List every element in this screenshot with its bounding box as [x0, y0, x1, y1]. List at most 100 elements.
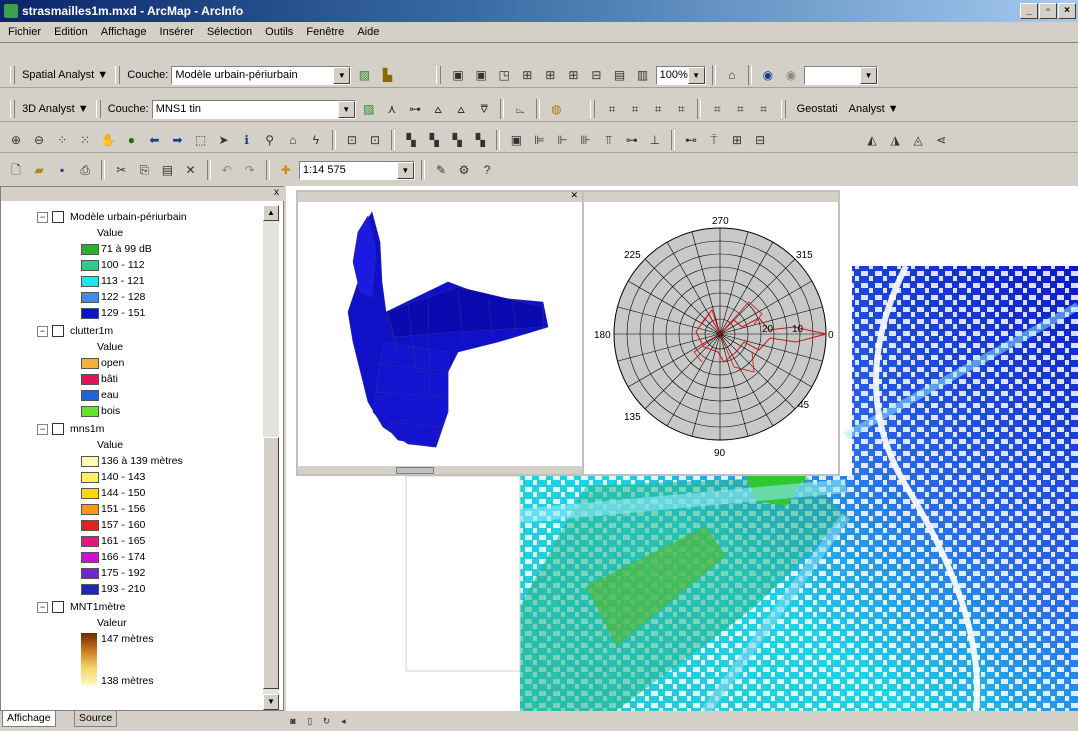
close-icon[interactable]: ✕ — [570, 190, 578, 201]
delete-icon[interactable]: ✕ — [181, 160, 201, 180]
chevron-down-icon[interactable]: ▼ — [396, 161, 414, 179]
geostat-tool2-icon[interactable]: ⌗ — [625, 99, 645, 119]
geostat-tool7-icon[interactable]: ⌗ — [754, 99, 774, 119]
close-button[interactable]: × — [1058, 3, 1076, 19]
geostat-tool3-icon[interactable]: ⌗ — [648, 99, 668, 119]
geostat-tool6-icon[interactable]: ⌗ — [730, 99, 750, 119]
refresh-icon[interactable]: ↻ — [320, 711, 334, 731]
align-tool8-icon[interactable]: ⊫ — [530, 130, 550, 150]
arcscene-icon[interactable]: ◍ — [546, 99, 566, 119]
chevron-down-icon[interactable]: ▼ — [687, 66, 705, 84]
window-drag-bar[interactable]: ✕ — [298, 190, 582, 202]
collapse-icon[interactable]: − — [37, 325, 48, 337]
pause-icon[interactable]: ◂ — [336, 711, 350, 731]
effects-dropdown[interactable]: ▼ — [804, 65, 878, 85]
zoom-out-icon[interactable]: ⊖ — [29, 130, 49, 150]
polar-diagram-window[interactable]: 270 90 180 0 225 315 135 45 20 10 — [582, 190, 840, 476]
align-tool7-icon[interactable]: ▣ — [506, 130, 526, 150]
maximize-button[interactable]: ▫ — [1039, 3, 1057, 19]
menu-affichage[interactable]: Affichage — [101, 26, 147, 38]
layer-visibility-checkbox[interactable] — [52, 211, 64, 224]
scroll-thumb[interactable] — [263, 437, 279, 689]
arctoolbox-icon[interactable]: ⚙ — [454, 160, 474, 180]
layout-view-icon[interactable]: ⌂ — [722, 65, 742, 85]
profile-graph-icon[interactable]: ⌳ — [510, 99, 530, 119]
georef2-icon[interactable]: ▣ — [471, 65, 491, 85]
chevron-down-icon[interactable]: ▼ — [860, 66, 877, 84]
new-document-icon[interactable]: 🗋 — [6, 160, 26, 180]
zoom-percent-dropdown[interactable]: 100% ▼ — [655, 65, 706, 85]
draw-tool1-icon[interactable]: ◭ — [862, 130, 882, 150]
line-of-sight-icon[interactable]: ⊶ — [405, 99, 425, 119]
map-scale-dropdown[interactable]: 1:14 575 ▼ — [298, 160, 415, 180]
menu-fichier[interactable]: Fichier — [8, 26, 41, 38]
back-arrow-icon[interactable]: ⬅ — [144, 130, 164, 150]
profile1-icon[interactable]: ⩟ — [428, 99, 448, 119]
align-tool4-icon[interactable]: ▚ — [424, 130, 444, 150]
layout-icon[interactable]: ▤ — [610, 65, 630, 85]
data-view-icon[interactable]: ◙ — [286, 711, 300, 731]
tab-affichage[interactable]: Affichage — [2, 711, 56, 727]
paste-icon[interactable]: ▤ — [157, 160, 177, 180]
profile3-icon[interactable]: ⩢ — [474, 99, 494, 119]
layer-row-mnt1metre[interactable]: − MNT1mètre — [37, 599, 125, 615]
toc-close-button[interactable]: x — [274, 187, 279, 198]
spatial-layer-dropdown[interactable]: Modèle urbain-périurbain ▼ — [171, 65, 352, 85]
collapse-icon[interactable]: − — [37, 601, 48, 613]
print-icon[interactable]: ⎙ — [75, 160, 95, 180]
3d-analyst-menu[interactable]: 3D Analyst ▼ — [22, 103, 89, 115]
select-features-icon[interactable]: ⬚ — [191, 130, 211, 150]
scroll-thumb[interactable] — [396, 467, 434, 474]
align-tool10-icon[interactable]: ⊪ — [576, 130, 596, 150]
grid1-icon[interactable]: ⊞ — [517, 65, 537, 85]
horizontal-scrollbar[interactable] — [298, 466, 582, 474]
collapse-icon[interactable]: − — [37, 211, 48, 223]
cut-icon[interactable]: ✂ — [111, 160, 131, 180]
align-tool5-icon[interactable]: ▚ — [447, 130, 467, 150]
collapse-icon[interactable]: − — [37, 423, 48, 435]
whats-this-icon[interactable]: ? — [477, 160, 497, 180]
find-icon[interactable]: ⚲ — [260, 130, 280, 150]
scroll-up-icon[interactable]: ▲ — [263, 205, 279, 221]
analyst-menu[interactable]: Analyst ▼ — [845, 103, 903, 115]
geostat-tool4-icon[interactable]: ⌗ — [671, 99, 691, 119]
align-tool12-icon[interactable]: ⊶ — [622, 130, 642, 150]
align-tool3-icon[interactable]: ▚ — [401, 130, 421, 150]
layout-view-icon[interactable]: ▯ — [303, 711, 317, 731]
pan-icon[interactable]: ✋ — [98, 130, 118, 150]
rotate-icon[interactable]: ◳ — [494, 65, 514, 85]
layer-row-clutter[interactable]: − clutter1m — [37, 323, 113, 339]
menu-inserer[interactable]: Insérer — [160, 26, 194, 38]
align-tool1-icon[interactable]: ⊡ — [342, 130, 362, 150]
profile2-icon[interactable]: ⩟ — [451, 99, 471, 119]
redo-icon[interactable]: ↷ — [240, 160, 260, 180]
measure-icon[interactable]: ⌂ — [283, 130, 303, 150]
align-tool9-icon[interactable]: ⊩ — [553, 130, 573, 150]
align-tool6-icon[interactable]: ▚ — [470, 130, 490, 150]
align-tool2-icon[interactable]: ⊡ — [365, 130, 385, 150]
toolbar-grip[interactable] — [436, 66, 441, 84]
geostatistical-analyst-label[interactable]: Geostati — [793, 103, 842, 115]
tab-source[interactable]: Source — [74, 711, 118, 727]
draw-tool4-icon[interactable]: ⋖ — [931, 130, 951, 150]
chevron-down-icon[interactable]: ▼ — [333, 66, 351, 84]
window-drag-bar[interactable] — [584, 192, 838, 202]
add-data-icon[interactable]: ✚ — [276, 160, 296, 180]
draw-tool3-icon[interactable]: ◬ — [908, 130, 928, 150]
distribute2-icon[interactable]: ⍑ — [704, 130, 724, 150]
histogram-icon[interactable]: ▙ — [377, 65, 397, 85]
menu-fenetre[interactable]: Fenêtre — [306, 26, 344, 38]
toolbar-grip[interactable] — [590, 100, 595, 118]
undo-icon[interactable]: ↶ — [217, 160, 237, 180]
3d-view-window[interactable]: ✕ — [296, 190, 584, 476]
menu-outils[interactable]: Outils — [265, 26, 293, 38]
hyperlink-icon[interactable]: ϟ — [306, 130, 326, 150]
menu-aide[interactable]: Aide — [357, 26, 379, 38]
geostat-tool5-icon[interactable]: ⌗ — [707, 99, 727, 119]
steepest-path-icon[interactable]: ⋏ — [382, 99, 402, 119]
fixed-zoom-in-icon[interactable]: ⁘ — [52, 130, 72, 150]
copy-icon[interactable]: ⎘ — [134, 160, 154, 180]
layout2-icon[interactable]: ▥ — [633, 65, 653, 85]
layer-row-modele[interactable]: − Modèle urbain-périurbain — [37, 209, 187, 225]
ungroup-icon[interactable]: ⊟ — [750, 130, 770, 150]
